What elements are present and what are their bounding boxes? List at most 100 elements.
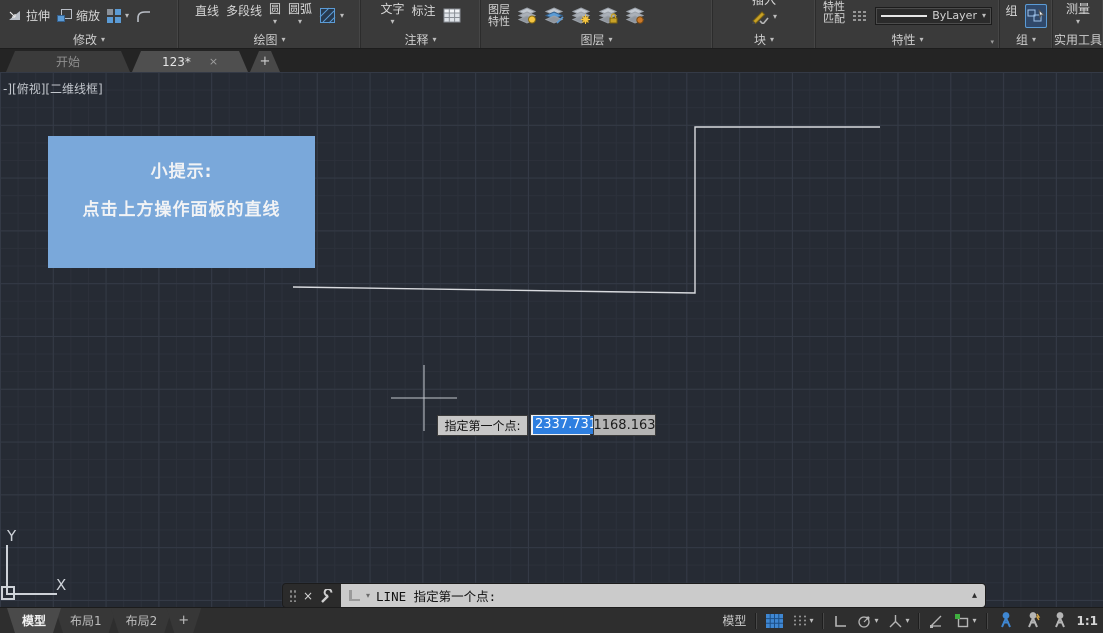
polyline-button[interactable]: 多段线	[226, 2, 262, 19]
tab-close-icon[interactable]: ×	[209, 55, 218, 68]
model-space-toggle[interactable]: 模型	[718, 610, 750, 632]
annotation-scale-toggle[interactable]	[1047, 610, 1072, 632]
array-icon	[107, 9, 121, 23]
panel-label-modify[interactable]: 修改 ▾	[0, 31, 178, 48]
panel-modify-dropdown-icon: ▾	[101, 36, 105, 44]
command-prompt-text: LINE 指定第一个点:	[376, 586, 496, 605]
dimension-label: 标注	[412, 2, 436, 19]
isodraft-dropdown-icon[interactable]: ▾	[905, 617, 909, 625]
array-dropdown-icon[interactable]: ▾	[125, 12, 129, 20]
panel-label-annotate[interactable]: 注释 ▾	[361, 31, 480, 48]
layer-properties-button[interactable]: 图层 特性	[488, 4, 510, 28]
ortho-toggle[interactable]	[829, 610, 851, 632]
object-snap-dropdown-icon[interactable]: ▾	[972, 617, 976, 625]
command-line-grip-icon[interactable]	[289, 589, 296, 602]
snap-dropdown-icon[interactable]: ▾	[809, 617, 813, 625]
layer-freeze-icon	[571, 7, 591, 24]
fillet-button[interactable]	[136, 9, 152, 23]
command-close-icon[interactable]: ×	[303, 589, 313, 603]
new-drawing-tab-button[interactable]: +	[250, 51, 280, 72]
measure-button[interactable]: 测量 ▾	[1066, 0, 1090, 26]
text-label: 文字	[380, 0, 404, 17]
file-tab-123-label: 123*	[162, 55, 191, 69]
grid-icon	[766, 614, 783, 628]
match-properties-label-2: 匹配	[823, 13, 845, 25]
file-tab-123[interactable]: 123* ×	[132, 51, 248, 72]
polar-tracking-toggle[interactable]: ▾	[853, 610, 882, 632]
layer-make-current-button[interactable]	[625, 7, 645, 24]
panel-label-block-text: 块	[754, 31, 766, 48]
panel-label-block[interactable]: 块 ▾	[713, 31, 815, 48]
status-toggles: 模型 ▾	[718, 608, 1103, 633]
layout-tab-layout2[interactable]: 布局2	[111, 608, 173, 633]
panel-properties: 特性 匹配 ByLayer ▾ 特性 ▾ ▾	[816, 0, 1000, 48]
panel-label-layers[interactable]: 图层 ▾	[481, 31, 712, 48]
panel-layers-dropdown-icon: ▾	[609, 36, 613, 44]
text-dropdown-icon[interactable]: ▾	[390, 18, 394, 26]
layer-isolate-button[interactable]	[544, 7, 564, 24]
annotation-scale-value[interactable]: 1:1	[1074, 614, 1102, 628]
dyn-input-y-field[interactable]: 1168.163	[593, 414, 656, 436]
isodraft-toggle[interactable]: ▾	[884, 610, 913, 632]
layout-tab-model[interactable]: 模型	[7, 608, 61, 633]
command-input[interactable]: ▾ LINE 指定第一个点: ▴	[341, 584, 985, 607]
array-button[interactable]: ▾	[107, 9, 129, 23]
annotation-visibility-toggle[interactable]	[993, 610, 1018, 632]
arc-dropdown-icon[interactable]: ▾	[298, 18, 302, 26]
status-separator	[986, 613, 988, 629]
table-button[interactable]	[443, 8, 461, 23]
panel-label-annotate-text: 注释	[404, 31, 428, 48]
panel-label-draw[interactable]: 绘图 ▾	[179, 31, 360, 48]
hatch-button[interactable]: ▾	[319, 7, 344, 24]
annotation-autoscale-toggle[interactable]	[1020, 610, 1045, 632]
annotation-person-icon	[1051, 612, 1068, 629]
object-snap-toggle[interactable]: ▾	[950, 610, 980, 632]
recent-commands-dropdown-icon[interactable]: ▾	[366, 592, 370, 600]
measure-dropdown-icon[interactable]: ▾	[1076, 18, 1080, 26]
layer-lock-button[interactable]	[598, 7, 618, 24]
bylayer-dropdown-icon[interactable]: ▾	[982, 12, 986, 20]
layout-tabs: 模型 布局1 布局2 +	[7, 608, 195, 633]
scale-icon	[57, 9, 72, 22]
wrench-icon[interactable]	[320, 589, 334, 603]
object-snap-tracking-toggle[interactable]	[925, 610, 948, 632]
command-history-expand-icon[interactable]: ▴	[972, 590, 977, 601]
text-button[interactable]: 文字 ▾	[380, 0, 404, 26]
command-line-handle[interactable]: ×	[283, 584, 341, 607]
recent-commands-icon[interactable]	[349, 590, 360, 601]
drawing-canvas[interactable]: -][俯视][二维线框] 小提示: 点击上方操作面板的直线 指定第一个点: 23…	[0, 72, 1103, 607]
line-button[interactable]: 直线	[195, 2, 219, 19]
dyn-input-x-field[interactable]: 2337.731	[530, 414, 591, 436]
ucs-y-label: Y	[7, 527, 16, 545]
dimension-button[interactable]: 标注	[412, 2, 436, 19]
match-properties-button[interactable]: 特性 匹配	[823, 6, 845, 25]
file-tab-start[interactable]: 开始	[6, 51, 130, 72]
group-button[interactable]	[1025, 4, 1047, 28]
polar-dropdown-icon[interactable]: ▾	[874, 617, 878, 625]
layout-tab-layout1[interactable]: 布局1	[55, 608, 117, 633]
new-layout-button[interactable]: +	[166, 608, 201, 633]
hatch-dropdown-icon[interactable]: ▾	[340, 12, 344, 20]
grid-toggle[interactable]	[762, 610, 787, 632]
polyline-label: 多段线	[226, 2, 262, 19]
panel-label-group-text: 组	[1016, 31, 1028, 48]
panel-label-utilities[interactable]: 实用工具	[1053, 31, 1103, 48]
color-bylayer-dropdown[interactable]: ByLayer ▾	[875, 7, 992, 25]
circle-button[interactable]: 圆 ▾	[269, 0, 281, 26]
panel-label-group[interactable]: 组 ▾	[1000, 31, 1052, 48]
scale-button[interactable]: 缩放	[57, 7, 100, 24]
insert-dropdown-icon[interactable]: ▾	[773, 13, 777, 21]
status-bar: 模型 布局1 布局2 + 模型 ▾	[0, 607, 1103, 633]
snap-grid-icon	[793, 614, 807, 627]
dyn-input-x-value: 2337.731	[533, 416, 599, 434]
panel-label-properties[interactable]: 特性 ▾ ▾	[816, 31, 999, 48]
stretch-button[interactable]: 拉伸	[7, 7, 50, 24]
circle-dropdown-icon[interactable]: ▾	[273, 18, 277, 26]
layer-freeze-button[interactable]	[571, 7, 591, 24]
insert-button[interactable]: 插入 ▾	[751, 2, 777, 24]
properties-dialog-launcher-icon[interactable]: ▾	[990, 38, 994, 46]
layer-off-button[interactable]	[517, 7, 537, 24]
command-line: × ▾ LINE 指定第一个点: ▴	[283, 584, 985, 607]
arc-button[interactable]: 圆弧 ▾	[288, 0, 312, 26]
snap-toggle[interactable]: ▾	[789, 610, 817, 632]
